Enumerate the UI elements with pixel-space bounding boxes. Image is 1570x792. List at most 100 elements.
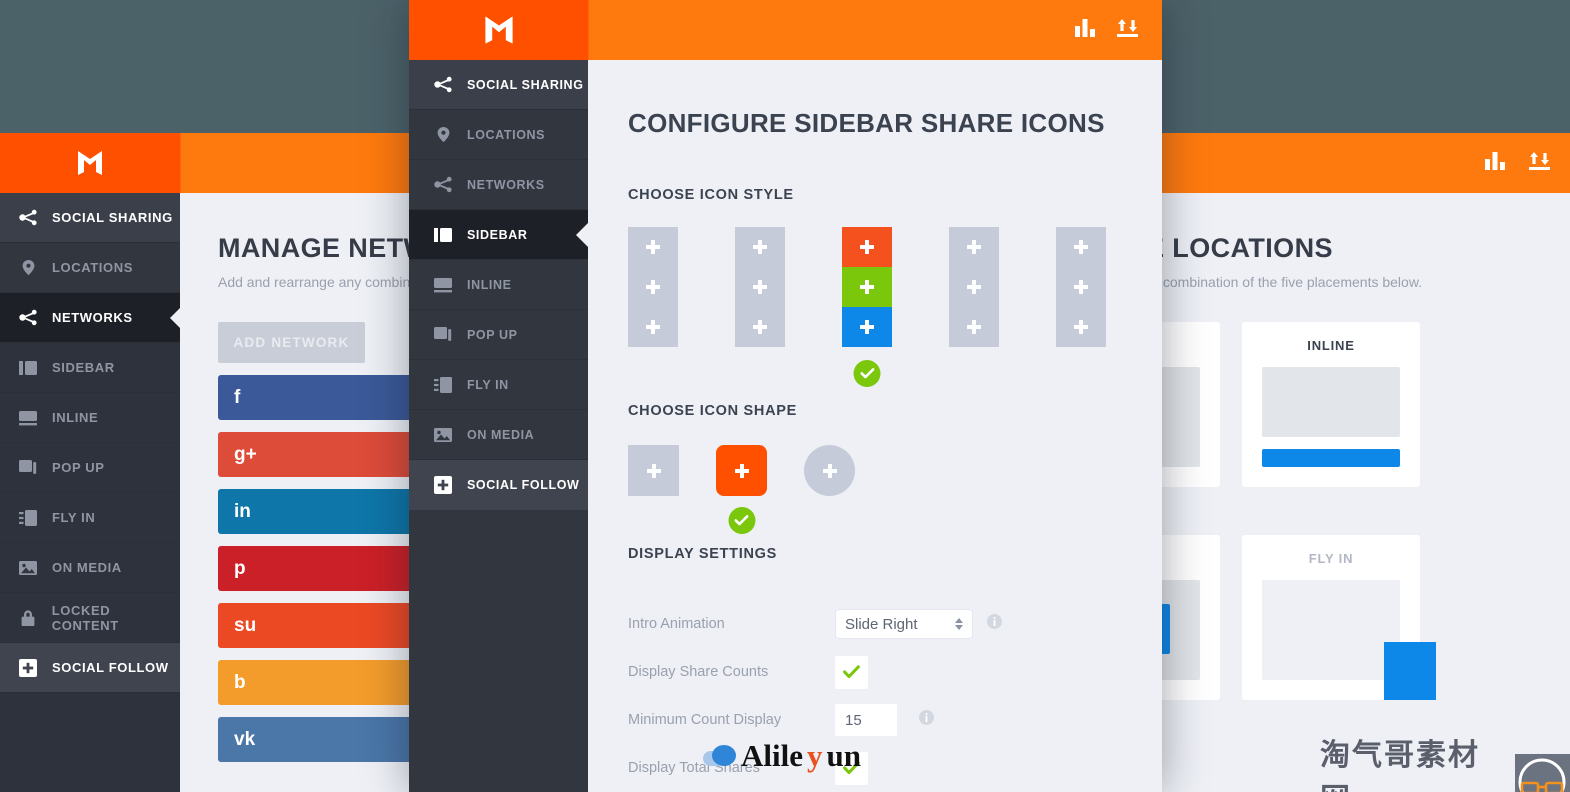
sidebar-item-social-sharing[interactable]: SOCIAL SHARING <box>0 193 180 243</box>
display-share-counts-checkbox[interactable] <box>835 655 868 689</box>
plus-icon <box>646 240 660 254</box>
plus-icon <box>753 240 767 254</box>
sidebar-item-sidebar[interactable]: SIDEBAR <box>0 343 180 393</box>
background-header-icons <box>1484 133 1552 193</box>
info-icon[interactable] <box>987 614 1002 634</box>
style-cell <box>628 267 678 307</box>
icon-style-option-2[interactable] <box>735 227 785 347</box>
location-card-inline[interactable]: INLINE <box>1242 322 1420 487</box>
import-export-icon[interactable] <box>1528 151 1552 176</box>
modal-sidebar-item-locations[interactable]: LOCATIONS <box>409 110 588 160</box>
facebook-icon: f <box>234 386 241 408</box>
sidebar-item-label: POP UP <box>52 460 105 475</box>
intro-animation-select[interactable]: Slide Right <box>835 609 973 639</box>
icon-style-options <box>628 227 1122 387</box>
m-logo-icon <box>484 16 513 44</box>
sidebar-item-locations[interactable]: LOCATIONS <box>0 243 180 293</box>
icon-shape-option-circle[interactable] <box>804 445 855 496</box>
plus-icon <box>860 320 874 334</box>
style-cell <box>735 267 785 307</box>
add-network-button[interactable]: ADD NETWORK <box>218 322 365 363</box>
icon-style-option-1[interactable] <box>628 227 678 347</box>
sidebar-item-label: SOCIAL FOLLOW <box>52 660 169 675</box>
plus-icon <box>860 240 874 254</box>
intro-animation-value: Slide Right <box>845 615 918 633</box>
sidebar-item-social-follow[interactable]: SOCIAL FOLLOW <box>0 643 180 693</box>
location-card-title: FLY IN <box>1308 551 1354 566</box>
plus-icon <box>860 280 874 294</box>
icon-style-option-3[interactable] <box>842 227 892 387</box>
location-card-flyin[interactable]: FLY IN <box>1242 535 1436 700</box>
modal-sidebar-item-inline[interactable]: INLINE <box>409 260 588 310</box>
sidebar-item-inline[interactable]: INLINE <box>0 393 180 443</box>
modal-sidebar-item-sidebar[interactable]: SIDEBAR <box>409 210 588 260</box>
linkedin-icon: in <box>234 500 251 522</box>
style-cell <box>1056 267 1106 307</box>
style-cell <box>842 227 892 267</box>
choose-icon-shape-label: CHOOSE ICON SHAPE <box>628 403 798 419</box>
location-pin-icon <box>18 258 38 278</box>
stumbleupon-icon: su <box>234 614 257 636</box>
modal-logo[interactable] <box>409 0 588 60</box>
modal-sidebar-item-popup[interactable]: POP UP <box>409 310 588 360</box>
location-thumb <box>1262 367 1400 437</box>
lock-icon <box>18 608 38 628</box>
style-cell <box>949 267 999 307</box>
background-logo[interactable] <box>0 133 180 193</box>
icon-shape-option-rounded[interactable] <box>716 445 767 534</box>
icon-style-selected-check[interactable] <box>853 360 881 387</box>
sidebar-item-locked-content[interactable]: LOCKED CONTENT <box>0 593 180 643</box>
share-nodes-icon <box>18 208 38 228</box>
sidebar-item-popup[interactable]: POP UP <box>0 443 180 493</box>
modal-sidebar-item-label: INLINE <box>467 277 512 292</box>
modal-header-icons <box>1074 0 1140 60</box>
sidebar-item-flyin[interactable]: FLY IN <box>0 493 180 543</box>
icon-style-option-4[interactable] <box>949 227 999 347</box>
sidebar-item-on-media[interactable]: ON MEDIA <box>0 543 180 593</box>
location-card-title: INLINE <box>1307 338 1355 353</box>
modal-sidebar-item-flyin[interactable]: FLY IN <box>409 360 588 410</box>
analytics-icon[interactable] <box>1074 18 1096 43</box>
icon-shape-selected-check[interactable] <box>728 507 755 534</box>
pinterest-icon: p <box>234 557 246 579</box>
plus-icon <box>753 280 767 294</box>
modal-sidebar-item-label: POP UP <box>467 327 518 342</box>
modal-sidebar-item-networks[interactable]: NETWORKS <box>409 160 588 210</box>
flyin-icon <box>18 508 38 528</box>
style-cell <box>949 227 999 267</box>
import-export-icon[interactable] <box>1116 18 1140 43</box>
check-icon <box>860 368 874 379</box>
share-nodes-icon <box>18 308 38 328</box>
blogger-icon: b <box>234 671 246 693</box>
minimum-count-input[interactable]: 15 <box>835 704 897 736</box>
display-total-shares-checkbox[interactable] <box>835 751 868 785</box>
sidebar-item-label: INLINE <box>52 410 99 425</box>
setting-row-display-total-shares: Display Total Shares <box>628 748 1122 788</box>
image-icon <box>18 558 38 578</box>
setting-row-display-share-counts: Display Share Counts <box>628 652 1122 692</box>
icon-shape-option-square[interactable] <box>628 445 679 496</box>
setting-label: Display Total Shares <box>628 760 760 776</box>
modal-sidebar-item-on-media[interactable]: ON MEDIA <box>409 410 588 460</box>
plus-icon <box>734 463 749 478</box>
plus-icon <box>967 280 981 294</box>
modal-sidebar-item-social-follow[interactable]: SOCIAL FOLLOW <box>409 460 588 510</box>
analytics-icon[interactable] <box>1484 151 1506 176</box>
info-icon[interactable] <box>919 710 934 730</box>
modal-sidebar-item-label: ON MEDIA <box>467 427 535 442</box>
modal-sidebar-item-label: NETWORKS <box>467 177 545 192</box>
style-cell <box>949 307 999 347</box>
check-icon <box>843 665 860 679</box>
modal-sidebar-item-social-sharing[interactable]: SOCIAL SHARING <box>409 60 588 110</box>
share-nodes-icon <box>433 175 453 195</box>
popup-icon <box>18 458 38 478</box>
plus-icon <box>646 280 660 294</box>
plus-icon <box>1074 320 1088 334</box>
style-cell <box>842 267 892 307</box>
icon-style-option-5[interactable] <box>1056 227 1106 347</box>
plus-icon <box>753 320 767 334</box>
sidebar-item-networks[interactable]: NETWORKS <box>0 293 180 343</box>
plus-icon <box>967 240 981 254</box>
sidebar-icon <box>18 358 38 378</box>
modal-sidebar-item-label: SIDEBAR <box>467 227 528 242</box>
